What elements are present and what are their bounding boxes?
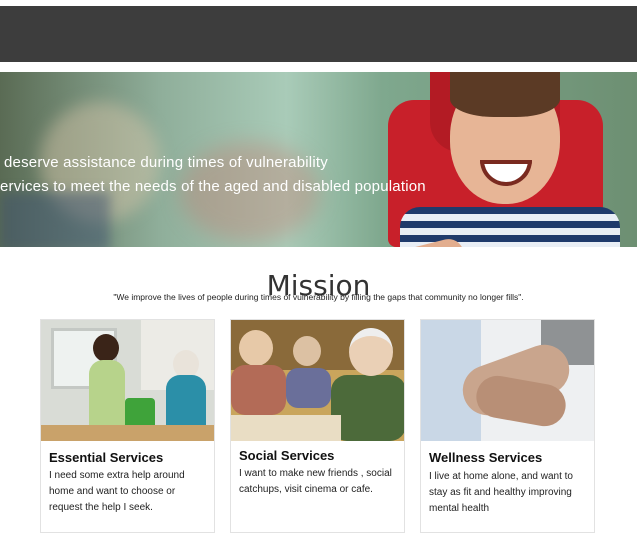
card-description: I want to make new friends , social catc… [239, 468, 392, 495]
card-description: I live at home alone, and want to stay a… [429, 471, 573, 514]
essential-services-card[interactable]: Essential Services I need some extra hel… [40, 319, 215, 533]
hero-text-line-1: deserve assistance during times of vulne… [4, 154, 328, 171]
social-services-card[interactable]: Social Services I want to make new frien… [230, 319, 405, 533]
person-body [331, 375, 404, 441]
carer-figure [89, 360, 125, 435]
card-title: Social Services [239, 448, 335, 463]
cafe-table [231, 415, 341, 441]
elderly-woman-head [173, 350, 199, 378]
kitchen-bench [41, 425, 214, 441]
social-services-image [231, 320, 404, 441]
person-head [293, 336, 321, 366]
top-navigation-bar [0, 6, 637, 62]
carer-head [93, 334, 119, 362]
hero-banner: deserve assistance during times of vulne… [0, 72, 637, 247]
wellness-services-image [421, 320, 594, 441]
child-hair-graphic [450, 72, 560, 117]
card-description: I need some extra help around home and w… [49, 470, 185, 513]
hero-text-line-2: ervices to meet the needs of the aged an… [0, 178, 426, 195]
person-body [286, 368, 331, 408]
person-head [239, 330, 273, 366]
mission-statement: "We improve the lives of people during t… [113, 292, 524, 302]
card-title: Wellness Services [429, 450, 543, 465]
card-title: Essential Services [49, 450, 164, 465]
essential-services-image [41, 320, 214, 441]
smiling-woman-head [349, 328, 393, 376]
person-body [231, 365, 286, 415]
child-shirt-graphic [400, 207, 620, 247]
wellness-services-card[interactable]: Wellness Services I live at home alone, … [420, 319, 595, 533]
hero-background-blur [0, 192, 110, 247]
